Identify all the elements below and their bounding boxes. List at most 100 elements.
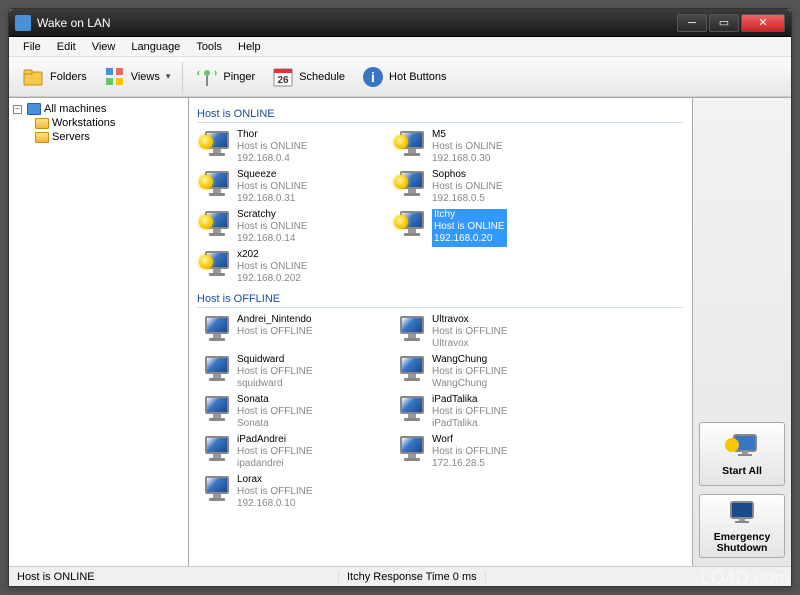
host-status: Host is OFFLINE bbox=[237, 366, 313, 378]
host-item[interactable]: SquidwardHost is OFFLINEsquidward bbox=[197, 352, 392, 392]
host-ip: Sonata bbox=[237, 418, 313, 430]
host-status: Host is ONLINE bbox=[237, 261, 308, 273]
host-text: x202Host is ONLINE192.168.0.202 bbox=[237, 249, 308, 285]
host-status: Host is ONLINE bbox=[434, 221, 505, 233]
menu-edit[interactable]: Edit bbox=[49, 39, 84, 55]
host-status: Host is ONLINE bbox=[432, 141, 503, 153]
titlebar: Wake on LAN ─ ▭ ✕ bbox=[9, 9, 791, 37]
host-offline-icon bbox=[396, 434, 428, 464]
host-status: Host is OFFLINE bbox=[237, 446, 313, 458]
folders-button[interactable]: Folders bbox=[15, 60, 94, 94]
host-name: Sonata bbox=[237, 394, 313, 406]
folder-icon bbox=[35, 132, 49, 143]
views-label: Views bbox=[131, 71, 160, 83]
host-item[interactable]: iPadTalikaHost is OFFLINEiPadTalika bbox=[392, 392, 587, 432]
host-text: SqueezeHost is ONLINE192.168.0.31 bbox=[237, 169, 308, 205]
host-ip: 192.168.0.10 bbox=[237, 498, 313, 510]
host-text: iPadTalikaHost is OFFLINEiPadTalika bbox=[432, 394, 508, 430]
toolbar: Folders Views Pinger 26 Schedule i Hot B… bbox=[9, 57, 791, 97]
host-status: Host is OFFLINE bbox=[432, 446, 508, 458]
host-list: Host is ONLINEThorHost is ONLINE192.168.… bbox=[189, 98, 693, 566]
tree-workstations-label: Workstations bbox=[52, 117, 115, 129]
host-status: Host is ONLINE bbox=[432, 181, 503, 193]
collapse-icon[interactable]: – bbox=[13, 105, 22, 114]
host-online-icon bbox=[201, 249, 233, 279]
host-item[interactable]: x202Host is ONLINE192.168.0.202 bbox=[197, 247, 392, 287]
host-ip: ipadandrei bbox=[237, 458, 313, 470]
host-text: SonataHost is OFFLINESonata bbox=[237, 394, 313, 430]
close-button[interactable]: ✕ bbox=[741, 14, 785, 32]
host-grid: ThorHost is ONLINE192.168.0.4M5Host is O… bbox=[197, 127, 597, 287]
menu-file[interactable]: File bbox=[15, 39, 49, 55]
host-name: Squidward bbox=[237, 354, 313, 366]
host-status: Host is ONLINE bbox=[237, 141, 308, 153]
menu-view[interactable]: View bbox=[84, 39, 124, 55]
host-offline-icon bbox=[396, 394, 428, 424]
host-status: Host is ONLINE bbox=[237, 181, 308, 193]
emergency-shutdown-label: Emergency Shutdown bbox=[714, 532, 771, 554]
views-icon bbox=[103, 65, 127, 89]
host-item[interactable]: iPadAndreiHost is OFFLINEipadandrei bbox=[197, 432, 392, 472]
menu-language[interactable]: Language bbox=[123, 39, 188, 55]
menu-tools[interactable]: Tools bbox=[188, 39, 230, 55]
calendar-icon: 26 bbox=[271, 65, 295, 89]
tree-servers-label: Servers bbox=[52, 131, 90, 143]
host-item[interactable]: SqueezeHost is ONLINE192.168.0.31 bbox=[197, 167, 392, 207]
host-item[interactable]: ThorHost is ONLINE192.168.0.4 bbox=[197, 127, 392, 167]
host-offline-icon bbox=[201, 314, 233, 344]
tree-root[interactable]: – All machines bbox=[11, 102, 186, 116]
host-item[interactable]: UltravoxHost is OFFLINEUltravox bbox=[392, 312, 587, 352]
host-item[interactable]: SophosHost is ONLINE192.168.0.5 bbox=[392, 167, 587, 207]
host-text: WangChungHost is OFFLINEWangChung bbox=[432, 354, 508, 390]
hotbuttons-button[interactable]: i Hot Buttons bbox=[354, 60, 453, 94]
window-controls: ─ ▭ ✕ bbox=[677, 14, 785, 32]
folders-label: Folders bbox=[50, 71, 87, 83]
host-online-icon bbox=[201, 129, 233, 159]
host-name: Sophos bbox=[432, 169, 503, 181]
host-offline-icon bbox=[201, 434, 233, 464]
svg-text:i: i bbox=[371, 69, 375, 85]
start-all-button[interactable]: Start All bbox=[699, 422, 785, 486]
host-name: WangChung bbox=[432, 354, 508, 366]
folder-tree: – All machines Workstations Servers bbox=[9, 98, 189, 566]
host-item[interactable]: LoraxHost is OFFLINE192.168.0.10 bbox=[197, 472, 392, 512]
minimize-button[interactable]: ─ bbox=[677, 14, 707, 32]
host-grid: Andrei_NintendoHost is OFFLINEUltravoxHo… bbox=[197, 312, 597, 512]
statusbar: Host is ONLINE Itchy Response Time 0 ms bbox=[9, 566, 791, 586]
pinger-icon bbox=[195, 65, 219, 89]
host-online-icon bbox=[396, 129, 428, 159]
host-item[interactable]: WangChungHost is OFFLINEWangChung bbox=[392, 352, 587, 392]
tree-item-workstations[interactable]: Workstations bbox=[11, 116, 186, 130]
maximize-button[interactable]: ▭ bbox=[709, 14, 739, 32]
tree-item-servers[interactable]: Servers bbox=[11, 130, 186, 144]
host-offline-icon bbox=[201, 394, 233, 424]
status-right: Itchy Response Time 0 ms bbox=[339, 571, 486, 583]
host-name: M5 bbox=[432, 129, 503, 141]
host-online-icon bbox=[396, 169, 428, 199]
host-item[interactable]: Andrei_NintendoHost is OFFLINE bbox=[197, 312, 392, 352]
hotbuttons-label: Hot Buttons bbox=[389, 71, 446, 83]
host-item[interactable]: ItchyHost is ONLINE192.168.0.20 bbox=[392, 207, 587, 247]
host-ip: 192.168.0.202 bbox=[237, 273, 308, 285]
schedule-button[interactable]: 26 Schedule bbox=[264, 60, 352, 94]
menu-help[interactable]: Help bbox=[230, 39, 269, 55]
host-online-icon bbox=[201, 169, 233, 199]
host-text: iPadAndreiHost is OFFLINEipadandrei bbox=[237, 434, 313, 470]
host-ip: 192.168.0.14 bbox=[237, 233, 308, 245]
host-status: Host is ONLINE bbox=[237, 221, 308, 233]
info-icon: i bbox=[361, 65, 385, 89]
host-name: x202 bbox=[237, 249, 308, 261]
start-all-label: Start All bbox=[722, 466, 762, 477]
host-item[interactable]: ScratchyHost is ONLINE192.168.0.14 bbox=[197, 207, 392, 247]
host-item[interactable]: M5Host is ONLINE192.168.0.30 bbox=[392, 127, 587, 167]
views-button[interactable]: Views bbox=[96, 60, 178, 94]
pinger-button[interactable]: Pinger bbox=[188, 60, 262, 94]
host-item[interactable]: SonataHost is OFFLINESonata bbox=[197, 392, 392, 432]
host-text: ScratchyHost is ONLINE192.168.0.14 bbox=[237, 209, 308, 245]
host-item[interactable]: WorfHost is OFFLINE172.16.28.5 bbox=[392, 432, 587, 472]
host-name: Scratchy bbox=[237, 209, 308, 221]
host-offline-icon bbox=[201, 354, 233, 384]
machines-icon bbox=[27, 103, 41, 115]
emergency-shutdown-button[interactable]: Emergency Shutdown bbox=[699, 494, 785, 558]
svg-text:26: 26 bbox=[278, 75, 290, 86]
